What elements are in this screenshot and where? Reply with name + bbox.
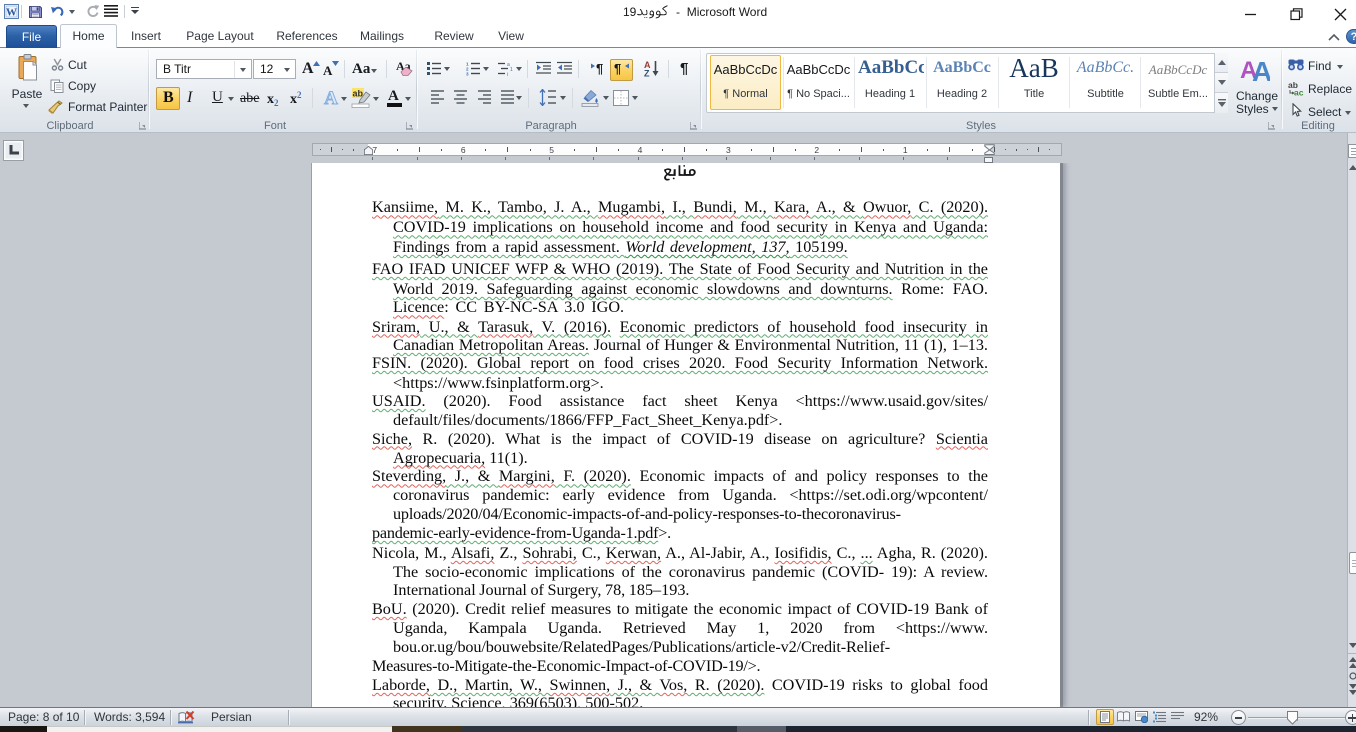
svg-text:ac: ac [1294, 88, 1304, 97]
svg-text:A: A [1252, 56, 1270, 82]
svg-text:¶: ¶ [596, 61, 603, 76]
svg-text:W: W [6, 7, 17, 19]
svg-text:3: 3 [466, 72, 469, 76]
svg-text:A: A [324, 88, 338, 108]
svg-text:Z: Z [644, 69, 650, 78]
svg-text:¶: ¶ [614, 61, 621, 76]
svg-text:i: i [507, 72, 508, 76]
svg-text:1: 1 [510, 67, 513, 73]
